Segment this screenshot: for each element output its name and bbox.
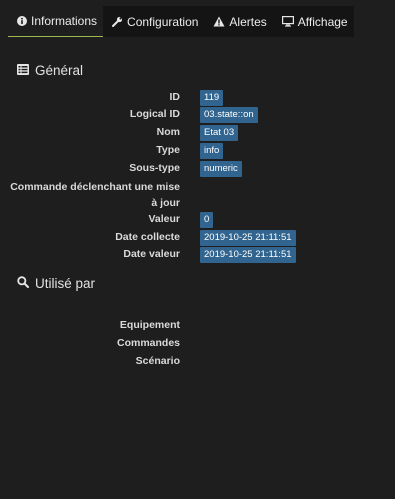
field-label: Date valeur [123,248,180,260]
field-label: Nom [156,126,180,138]
tab-label: Alertes [229,14,267,29]
field-row-logical-id: Logical ID 03.state::on [0,107,395,123]
field-label: Commande déclenchant une mise à jour [10,181,180,209]
field-row-equipement: Equipement [0,318,395,334]
info-circle-icon [17,16,27,26]
field-value-badge: Etat 03 [200,125,239,141]
field-value-badge: 2019-10-25 21:11:51 [200,230,296,246]
field-value-badge: numeric [200,161,242,177]
wrench-icon [112,16,123,27]
monitor-icon [281,16,294,27]
field-row-valeur: Valeur 0 [0,212,395,228]
field-value-badge: 0 [200,212,214,228]
field-label: Type [156,144,180,156]
warning-icon [213,16,225,27]
field-row-sous-type: Sous-type numeric [0,161,395,177]
field-value-badge: 119 [200,90,224,106]
field-row-id: ID 119 [0,90,395,106]
field-value-badge: 2019-10-25 21:11:51 [200,247,296,263]
field-row-scenario: Scénario [0,354,395,370]
tab-alertes[interactable]: Alertes [204,6,273,37]
used-by-section-title: Utilisé par [17,276,95,291]
field-value-badge: 03.state::on [200,107,258,123]
tab-configuration[interactable]: Configuration [103,6,205,37]
tab-label: Affichage [297,14,348,29]
list-icon [17,63,29,78]
field-label: Logical ID [129,108,180,120]
field-row-type: Type info [0,143,395,159]
tab-label: Configuration [127,14,199,29]
field-row-commande-declenchant: Commande déclenchant une mise à jour [0,179,395,211]
tab-informations[interactable]: Informations [8,6,104,37]
search-icon [17,276,29,291]
field-row-date-collecte: Date collecte 2019-10-25 21:11:51 [0,230,395,246]
field-label: ID [169,91,181,103]
field-label: Equipement [119,319,180,331]
tab-affichage[interactable]: Affichage [272,6,354,37]
field-row-commandes: Commandes [0,336,395,352]
field-label: Scénario [135,355,180,367]
field-row-nom: Nom Etat 03 [0,125,395,141]
field-label: Sous-type [129,162,180,174]
field-label: Date collecte [115,231,180,243]
section-title-text: Utilisé par [35,276,96,291]
field-label: Valeur [148,213,180,225]
tab-label: Informations [31,14,98,28]
section-title-text: Général [35,63,84,78]
field-row-date-valeur: Date valeur 2019-10-25 21:11:51 [0,247,395,263]
field-label: Commandes [116,337,180,349]
general-section-title: Général [17,63,83,78]
tab-bar: Informations Configuration Alertes Affic… [8,6,354,37]
field-value-badge: info [200,143,224,159]
